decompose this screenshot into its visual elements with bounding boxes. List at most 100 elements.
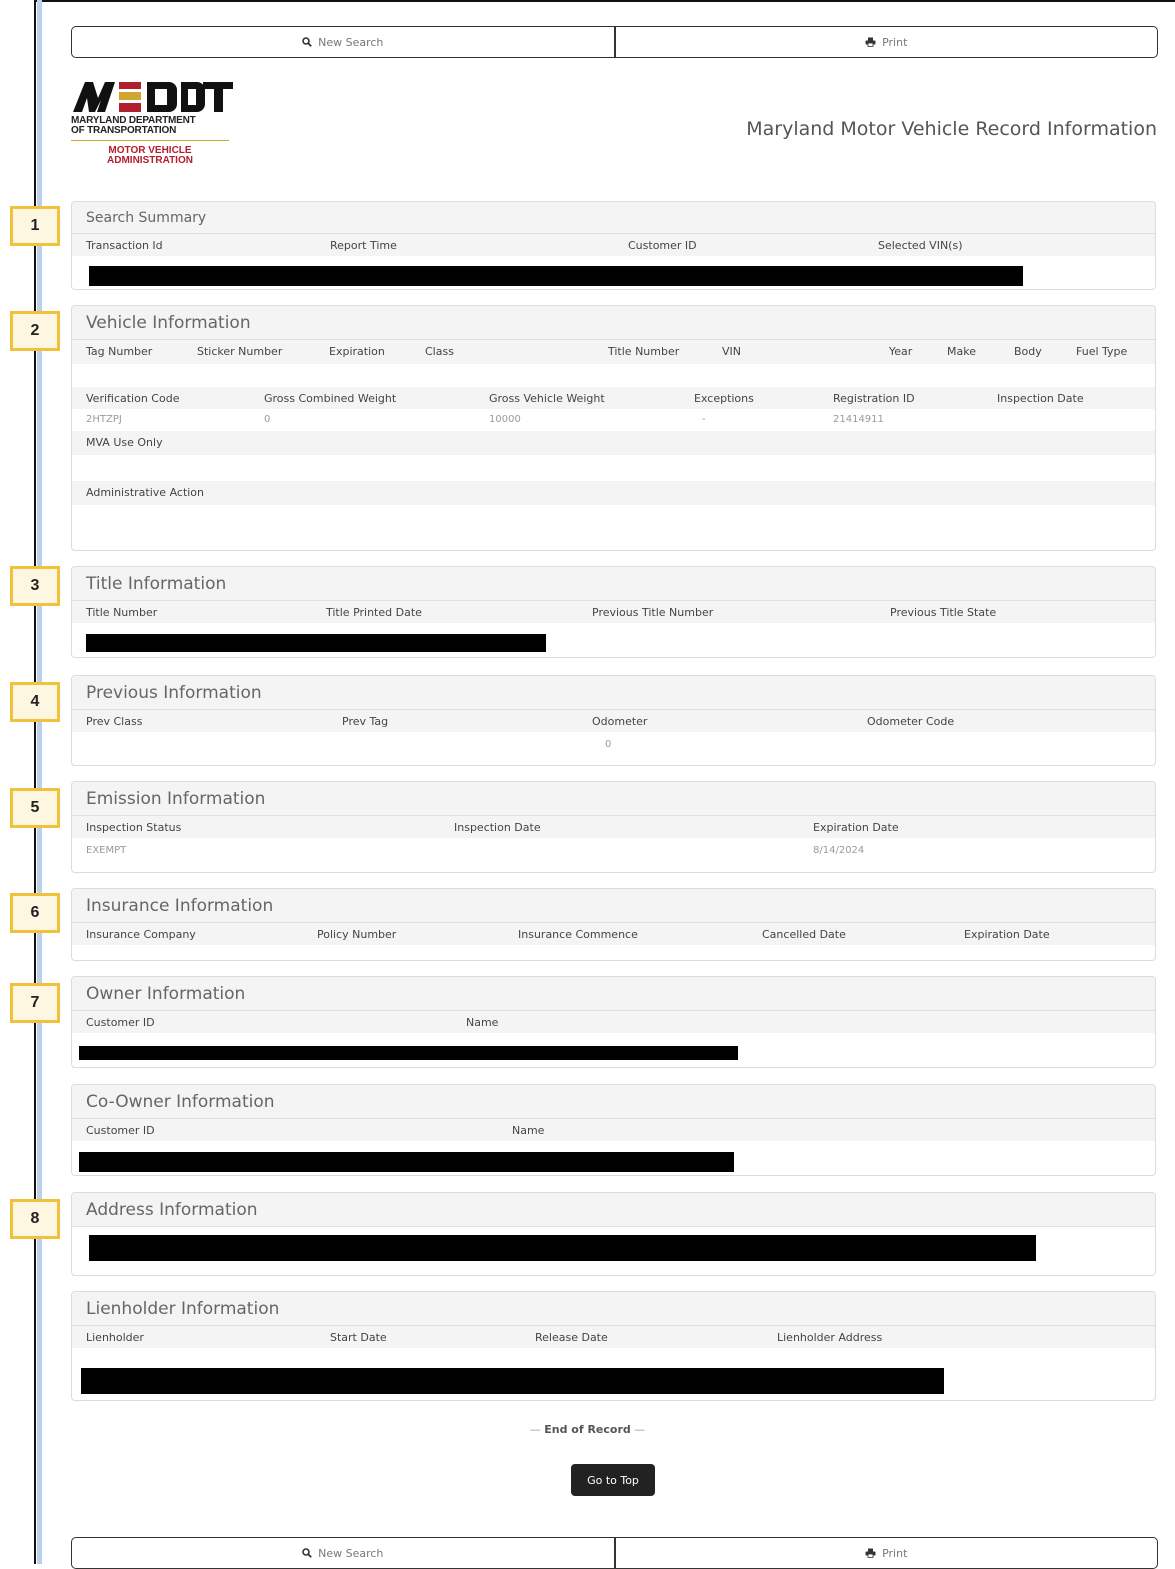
callout-badge-6: 6 (10, 893, 60, 933)
insurance-information-panel: Insurance Information Insurance Company … (71, 888, 1156, 961)
col-gross-combined-weight: Gross Combined Weight (264, 392, 397, 405)
window-frame-top (34, 0, 1175, 2)
search-icon (302, 1548, 312, 1558)
emission-header-row: Inspection Status Inspection Date Expira… (72, 816, 1155, 838)
redacted-block (89, 1235, 1036, 1261)
logo-divider (71, 140, 229, 141)
col-title-number: Title Number (86, 606, 158, 619)
col-name: Name (512, 1124, 545, 1137)
co-owner-header-row: Customer ID Name (72, 1119, 1155, 1141)
lienholder-header-row: Lienholder Start Date Release Date Lienh… (72, 1326, 1155, 1348)
col-expiration-date: Expiration Date (964, 928, 1050, 941)
bottom-toolbar: New Search Print (71, 1537, 1158, 1569)
new-search-label: New Search (318, 35, 384, 49)
vehicle-information-title: Vehicle Information (72, 306, 1155, 340)
lienholder-information-panel: Lienholder Information Lienholder Start … (71, 1291, 1156, 1401)
co-owner-information-panel: Co-Owner Information Customer ID Name (71, 1084, 1156, 1176)
mva-use-only-row: MVA Use Only (72, 431, 1155, 455)
col-start-date: Start Date (330, 1331, 387, 1344)
col-transaction-id: Transaction Id (86, 239, 163, 252)
top-toolbar: New Search Print (71, 26, 1158, 58)
emission-values-row: EXEMPT 8/14/2024 (72, 838, 1155, 862)
new-search-button[interactable]: New Search (72, 27, 614, 57)
col-prev-class: Prev Class (86, 715, 143, 728)
owner-information-title: Owner Information (72, 977, 1155, 1011)
insurance-header-row: Insurance Company Policy Number Insuranc… (72, 923, 1155, 945)
col-title-printed-date: Title Printed Date (326, 606, 422, 619)
end-of-record: — End of Record — (529, 1423, 646, 1436)
redacted-block (86, 634, 546, 652)
go-to-top-button[interactable]: Go to Top (571, 1464, 655, 1496)
vehicle-header-row-2: Verification Code Gross Combined Weight … (72, 387, 1155, 409)
end-of-record-label: End of Record (544, 1423, 631, 1436)
callout-badge-4: 4 (10, 682, 60, 722)
owner-information-panel: Owner Information Customer ID Name (71, 976, 1156, 1068)
col-insurance-company: Insurance Company (86, 928, 196, 941)
value-odometer: 0 (605, 739, 612, 750)
col-sticker-number: Sticker Number (197, 345, 283, 358)
col-class: Class (425, 345, 454, 358)
col-expiration-date: Expiration Date (813, 821, 899, 834)
value-gross-vehicle-weight: 10000 (489, 414, 521, 425)
redacted-block (79, 1046, 738, 1060)
insurance-information-title: Insurance Information (72, 889, 1155, 923)
col-insurance-commence: Insurance Commence (518, 928, 638, 941)
col-report-time: Report Time (330, 239, 397, 252)
col-inspection-status: Inspection Status (86, 821, 182, 834)
col-inspection-date: Inspection Date (997, 392, 1084, 405)
redacted-block (79, 1152, 734, 1172)
value-verification-code: 2HTZPJ (86, 414, 122, 425)
vehicle-information-panel: Vehicle Information Tag Number Sticker N… (71, 305, 1156, 551)
col-previous-title-state: Previous Title State (890, 606, 997, 619)
col-customer-id: Customer ID (86, 1124, 155, 1137)
col-release-date: Release Date (535, 1331, 608, 1344)
vehicle-values-row-1 (72, 364, 1155, 387)
redacted-block (89, 266, 1023, 286)
search-summary-panel: Search Summary Transaction Id Report Tim… (71, 201, 1156, 290)
print-button[interactable]: Print (613, 27, 1158, 57)
vehicle-values-row-2: 2HTZPJ 0 10000 - 21414911 (72, 409, 1155, 431)
col-customer-id: Customer ID (86, 1016, 155, 1029)
emission-information-panel: Emission Information Inspection Status I… (71, 781, 1156, 873)
co-owner-information-title: Co-Owner Information (72, 1085, 1155, 1119)
col-odometer-code: Odometer Code (867, 715, 955, 728)
col-inspection-date: Inspection Date (454, 821, 541, 834)
label-mva-use-only: MVA Use Only (86, 436, 163, 449)
mdot-logo-mark (73, 82, 233, 112)
search-summary-header-row: Transaction Id Report Time Customer ID S… (72, 234, 1155, 256)
previous-information-title: Previous Information (72, 676, 1155, 710)
col-body: Body (1014, 345, 1042, 358)
col-customer-id: Customer ID (628, 239, 697, 252)
col-odometer: Odometer (592, 715, 648, 728)
search-summary-title: Search Summary (72, 202, 1155, 234)
address-information-panel: Address Information (71, 1192, 1156, 1276)
col-lienholder-address: Lienholder Address (777, 1331, 883, 1344)
printer-icon (865, 1548, 876, 1558)
col-title-number: Title Number (608, 345, 680, 358)
callout-badge-1: 1 (10, 206, 60, 246)
search-icon (302, 37, 312, 47)
mdot-mva-logo: MARYLAND DEPARTMENT OF TRANSPORTATION MO… (71, 80, 241, 185)
vehicle-header-row-1: Tag Number Sticker Number Expiration Cla… (72, 340, 1155, 364)
title-header-row: Title Number Title Printed Date Previous… (72, 601, 1155, 623)
col-expiration: Expiration (329, 345, 385, 358)
emission-information-title: Emission Information (72, 782, 1155, 816)
callout-badge-3: 3 (10, 566, 60, 606)
previous-information-panel: Previous Information Prev Class Prev Tag… (71, 675, 1156, 766)
print-label: Print (882, 1546, 908, 1560)
page-title: Maryland Motor Vehicle Record Informatio… (746, 118, 1157, 140)
col-selected-vins: Selected VIN(s) (878, 239, 963, 252)
value-expiration-date: 8/14/2024 (813, 845, 865, 856)
title-information-title: Title Information (72, 567, 1155, 601)
previous-values-row: 0 (72, 732, 1155, 756)
value-inspection-status: EXEMPT (86, 845, 127, 856)
col-tag-number: Tag Number (86, 345, 153, 358)
printer-icon (865, 37, 876, 47)
title-information-panel: Title Information Title Number Title Pri… (71, 566, 1156, 658)
value-exceptions: - (702, 414, 706, 425)
col-previous-title-number: Previous Title Number (592, 606, 714, 619)
logo-dept-text: MARYLAND DEPARTMENT OF TRANSPORTATION (71, 115, 196, 136)
owner-header-row: Customer ID Name (72, 1011, 1155, 1033)
col-verification-code: Verification Code (86, 392, 180, 405)
col-registration-id: Registration ID (833, 392, 915, 405)
